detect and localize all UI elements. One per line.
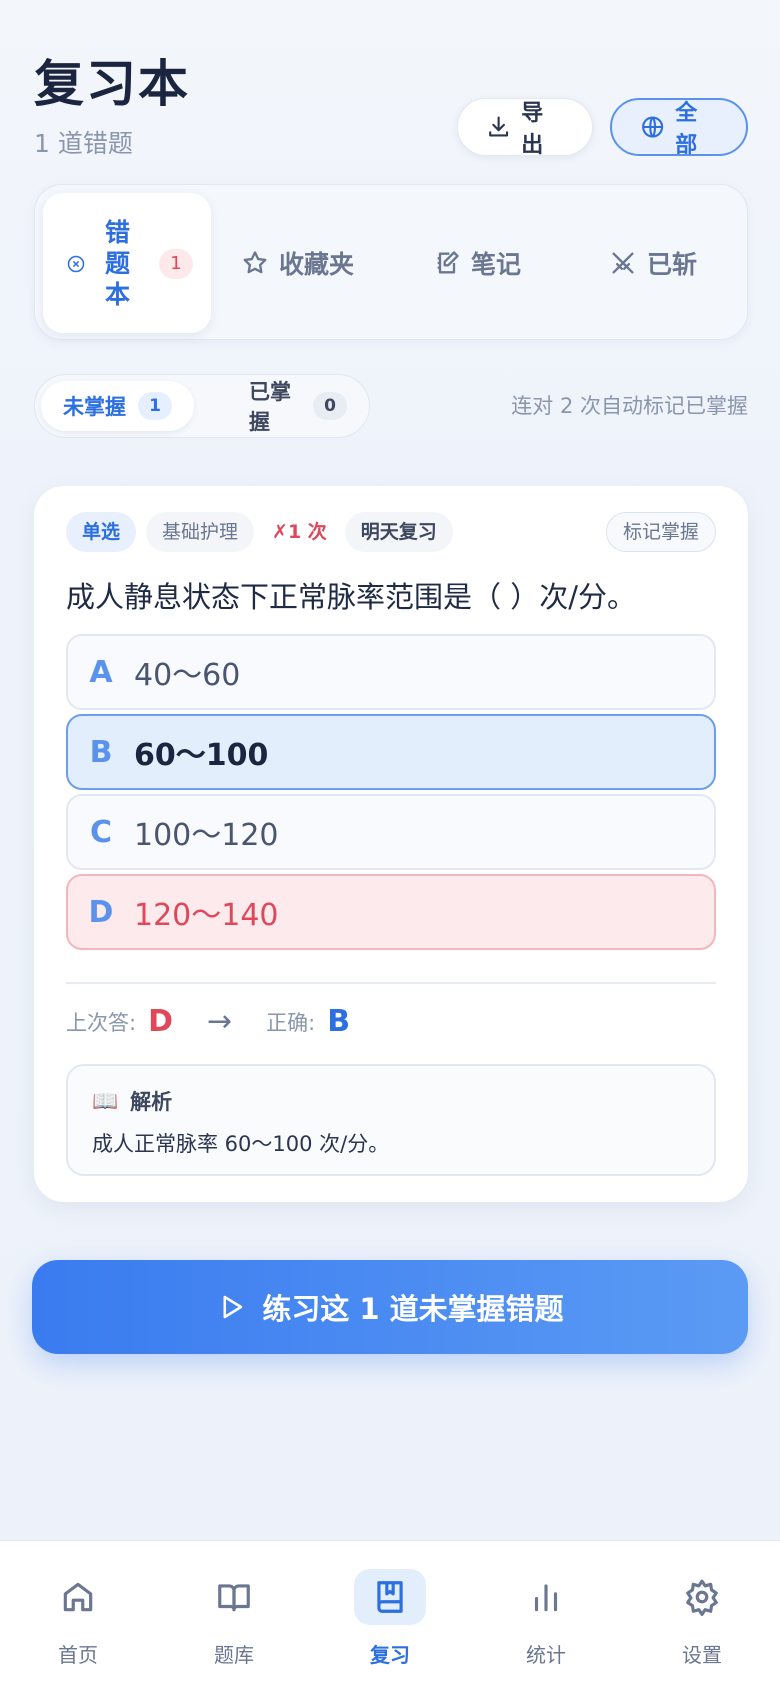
header: 复习本 1 道错题 xyxy=(34,44,190,160)
nav-icon-wrap xyxy=(354,1569,426,1625)
review-page: 复习本 1 道错题 导出 全部 错题本 1 收藏夹 笔记 已斩 未掌握 1 已掌… xyxy=(0,0,780,1688)
nav-label: 题库 xyxy=(214,1643,254,1667)
practice-button[interactable]: 练习这 1 道未掌握错题 xyxy=(32,1260,748,1354)
option-text: 60～100 xyxy=(134,738,269,773)
question-text: 成人静息状态下正常脉率范围是（ ）次/分。 xyxy=(66,580,636,614)
nav-label: 首页 xyxy=(58,1643,98,1667)
crossed-swords-icon xyxy=(612,252,634,274)
home-icon xyxy=(63,1582,93,1612)
scope-label: 全部 xyxy=(675,101,698,158)
gear-icon xyxy=(686,1579,718,1616)
last-answer: D xyxy=(148,1004,173,1039)
tab-label: 已斩 xyxy=(647,250,698,279)
export-button[interactable]: 导出 xyxy=(457,98,593,158)
mark-mastered-button[interactable]: 标记掌握 xyxy=(605,512,716,552)
bookmark-book-icon xyxy=(377,1581,403,1613)
practice-label: 练习这 1 道未掌握错题 xyxy=(262,1292,564,1326)
divider xyxy=(66,982,716,984)
arrow-icon: → xyxy=(206,1004,233,1039)
globe-icon xyxy=(642,116,664,138)
nav-icon-wrap xyxy=(666,1569,738,1625)
option-text: 100～120 xyxy=(134,818,279,853)
scope-button[interactable]: 全部 xyxy=(610,98,748,158)
auto-mastery-note: 连对 2 次自动标记已掌握 xyxy=(511,394,748,418)
filter-unmastered[interactable]: 未掌握 1 xyxy=(41,381,194,431)
tag-row: 单选 基础护理 ✗1 次 明天复习 xyxy=(66,512,453,552)
filter-mastered[interactable]: 已掌握 0 xyxy=(227,380,369,434)
play-icon xyxy=(223,1295,243,1319)
question-card: 单选 基础护理 ✗1 次 明天复习 标记掌握 成人静息状态下正常脉率范围是（ ）… xyxy=(34,486,748,1202)
explanation-box: 📖 解析 成人正常脉率 60～100 次/分。 xyxy=(66,1064,716,1176)
bar-chart-icon xyxy=(534,1584,558,1612)
option-d[interactable]: D 120～140 xyxy=(66,874,716,950)
tab-slain[interactable]: 已斩 xyxy=(609,185,697,341)
last-answer-label: 上次答: xyxy=(66,1010,137,1035)
option-b[interactable]: B 60～100 xyxy=(66,714,716,790)
option-key: C xyxy=(89,814,113,850)
option-text: 120～140 xyxy=(134,898,279,933)
filter-count: 0 xyxy=(313,392,347,420)
mastery-filter: 未掌握 1 已掌握 0 xyxy=(34,374,370,438)
filter-count: 1 xyxy=(138,392,172,420)
option-c[interactable]: C 100～120 xyxy=(66,794,716,870)
book-open-icon xyxy=(218,1584,250,1612)
page-subtitle: 1 道错题 xyxy=(34,129,133,158)
export-label: 导出 xyxy=(521,101,544,158)
option-key: A xyxy=(89,654,113,690)
tab-label: 收藏夹 xyxy=(279,250,355,279)
category-tabs: 错题本 1 收藏夹 笔记 已斩 xyxy=(34,184,748,340)
review-due-tag: 明天复习 xyxy=(344,512,453,552)
option-key: D xyxy=(88,894,114,930)
book-icon: 📖 xyxy=(92,1088,119,1113)
option-text: 40～60 xyxy=(134,658,241,693)
nav-stats[interactable]: 统计 xyxy=(496,1569,596,1668)
nav-question-bank[interactable]: 题库 xyxy=(184,1569,284,1668)
page-title: 复习本 xyxy=(34,55,190,113)
download-icon xyxy=(489,116,509,137)
x-circle-icon xyxy=(67,255,85,273)
filter-label: 未掌握 xyxy=(63,395,126,419)
explanation-text: 成人正常脉率 60～100 次/分。 xyxy=(92,1132,390,1156)
answer-comparison: 上次答: D → 正确: B xyxy=(66,1004,350,1039)
note-edit-icon xyxy=(437,251,459,274)
nav-icon-wrap xyxy=(42,1569,114,1625)
question-type-tag: 单选 xyxy=(66,512,137,552)
nav-review[interactable]: 复习 xyxy=(340,1569,440,1668)
category-tag: 基础护理 xyxy=(146,512,255,552)
filter-label: 已掌握 xyxy=(249,380,291,434)
tab-wrong-book[interactable]: 错题本 1 xyxy=(43,193,211,333)
correct-label: 正确: xyxy=(266,1010,316,1035)
tab-notes[interactable]: 笔记 xyxy=(433,185,521,341)
tab-label: 笔记 xyxy=(471,250,522,279)
nav-label: 统计 xyxy=(526,1643,566,1667)
option-key: B xyxy=(89,734,113,770)
star-icon xyxy=(243,251,267,274)
nav-label: 设置 xyxy=(682,1643,722,1667)
option-a[interactable]: A 40～60 xyxy=(66,634,716,710)
nav-label: 复习 xyxy=(370,1643,410,1667)
explanation-title: 解析 xyxy=(130,1090,173,1114)
tab-favorites[interactable]: 收藏夹 xyxy=(241,185,354,341)
tab-count-badge: 1 xyxy=(159,249,193,279)
correct-answer: B xyxy=(327,1004,351,1039)
nav-icon-wrap xyxy=(510,1569,582,1625)
tab-label: 错题本 xyxy=(105,218,131,309)
explanation-header: 📖 解析 xyxy=(92,1086,172,1116)
nav-icon-wrap xyxy=(198,1569,270,1625)
nav-home[interactable]: 首页 xyxy=(28,1569,128,1668)
bottom-nav: 首页 题库 复习 统计 设置 xyxy=(0,1540,780,1688)
nav-settings[interactable]: 设置 xyxy=(652,1569,752,1668)
error-count-tag: ✗1 次 xyxy=(272,521,327,543)
